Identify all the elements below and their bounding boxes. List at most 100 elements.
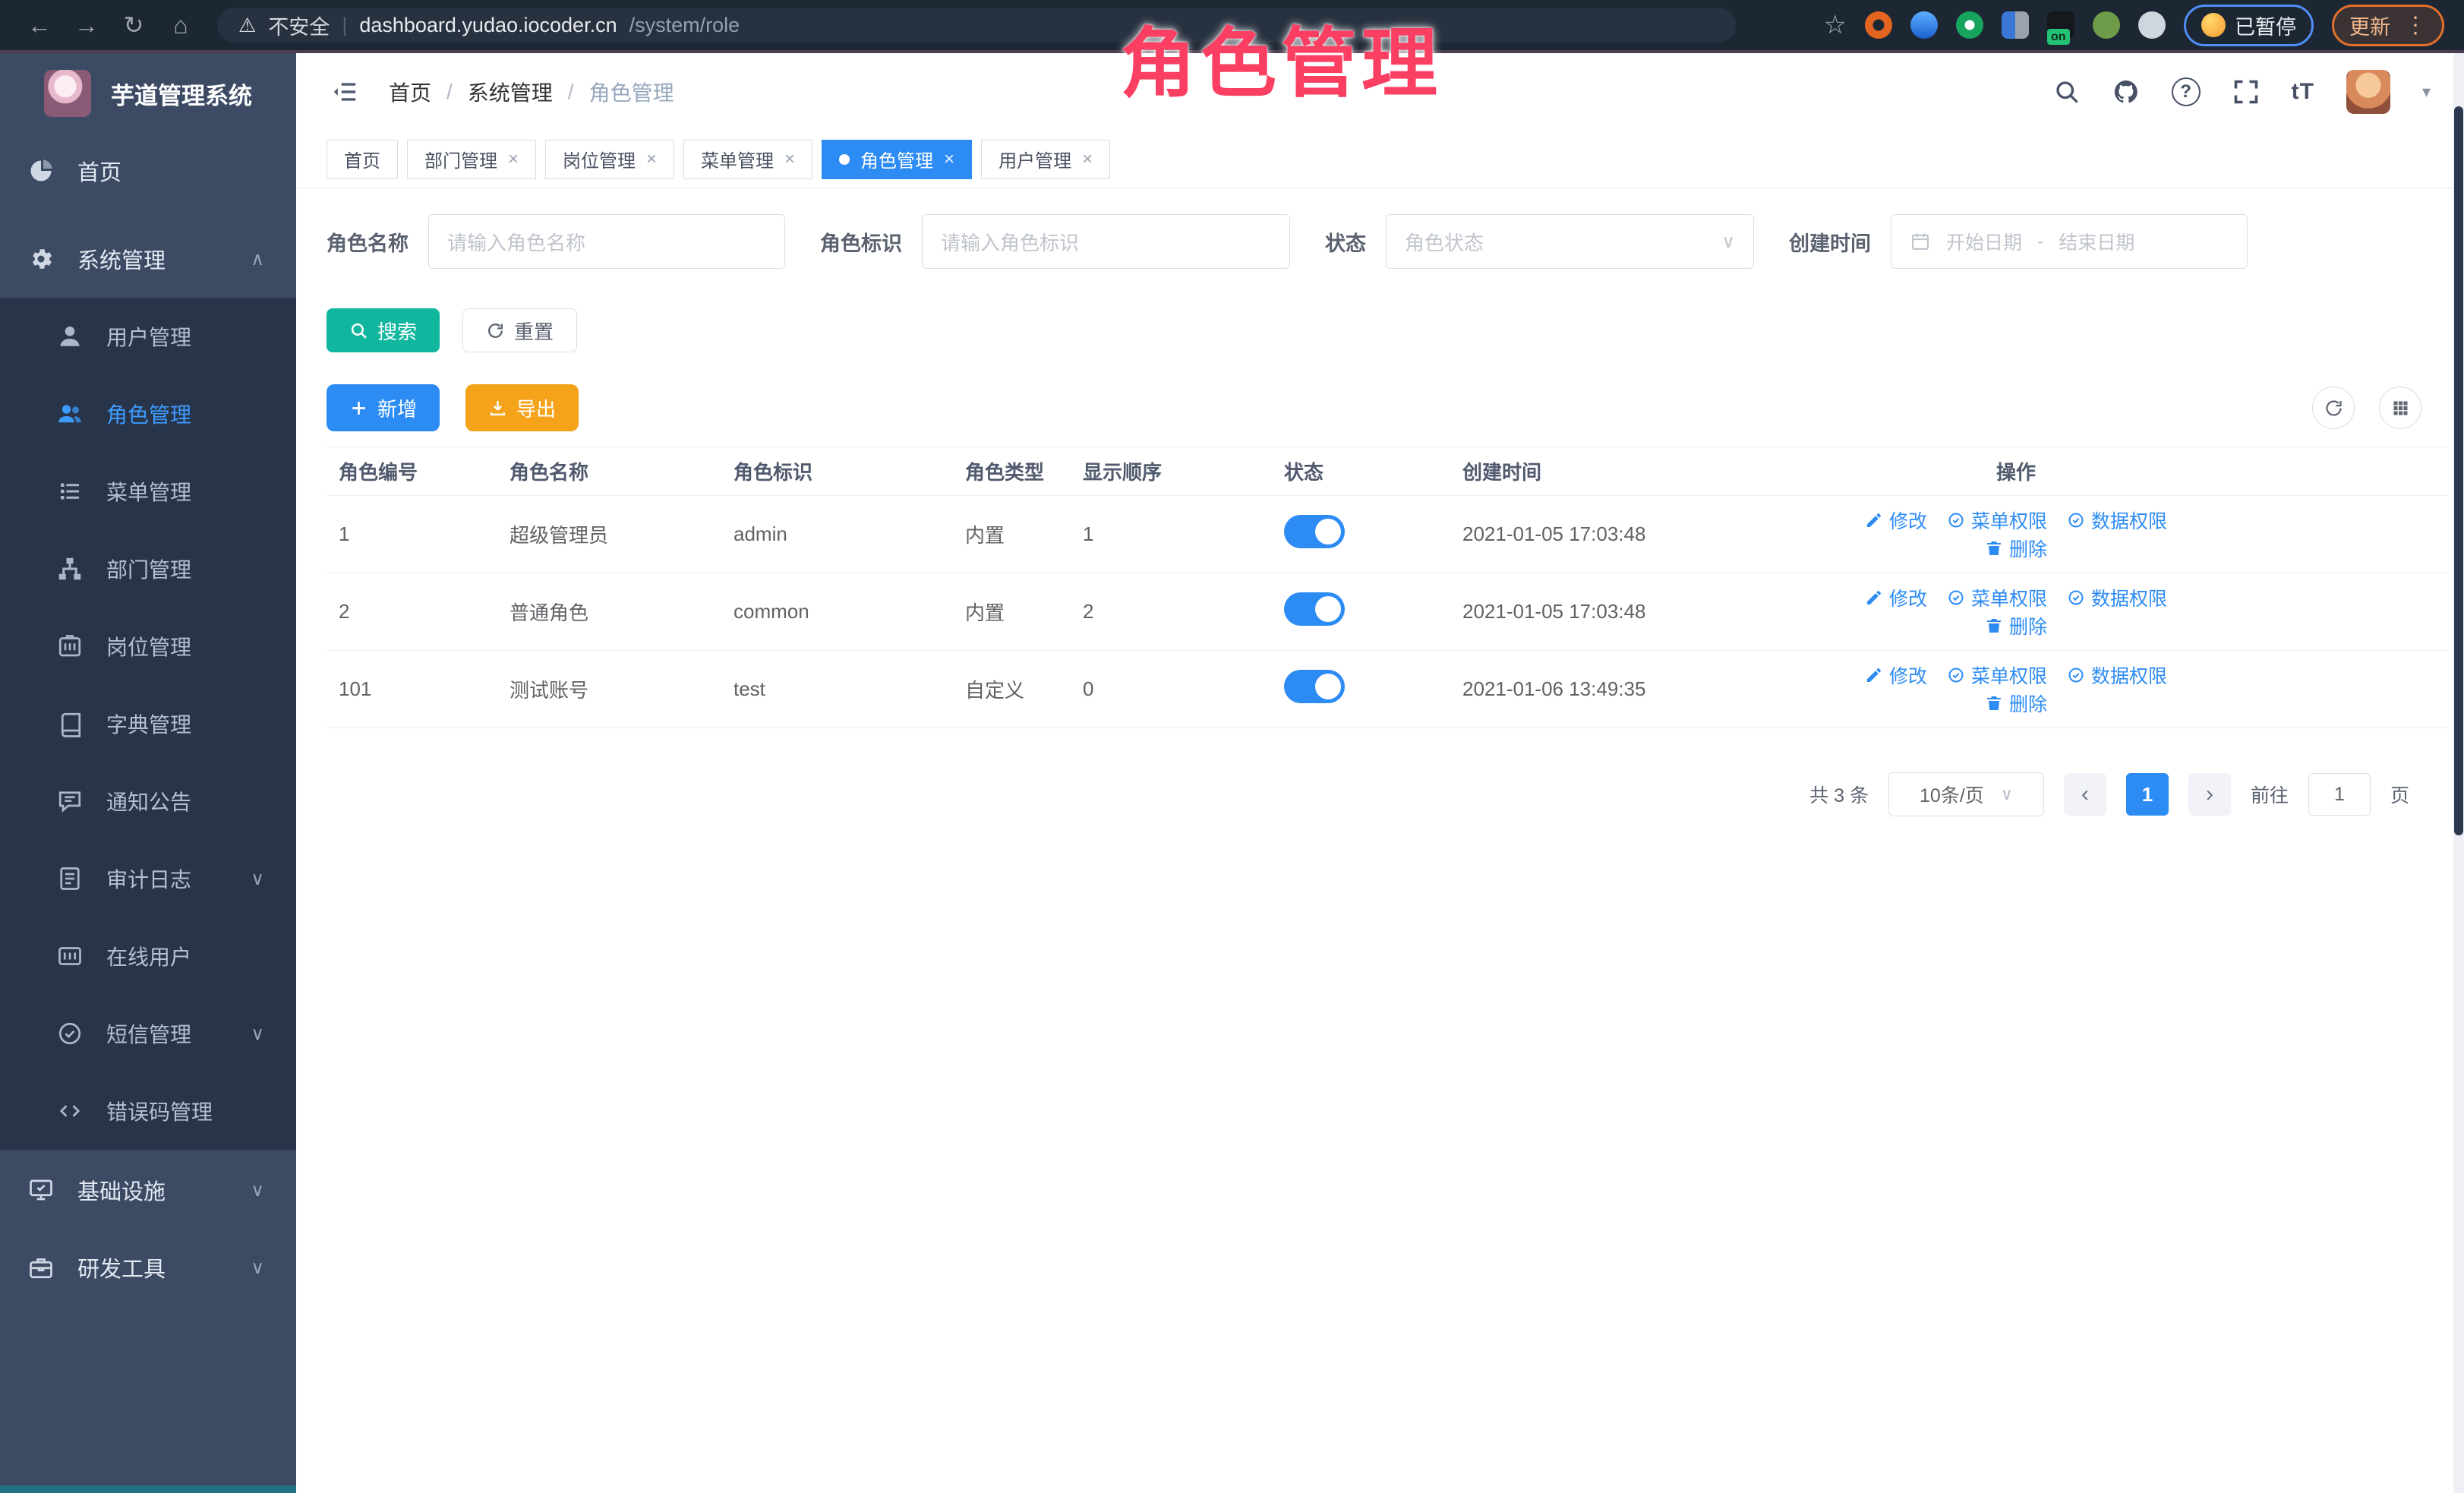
delete-link[interactable]: 删除	[1985, 612, 2047, 639]
sidebar-item-users[interactable]: 用户管理	[0, 298, 296, 375]
close-icon[interactable]: ×	[944, 149, 954, 170]
browser-home-icon[interactable]: ⌂	[161, 11, 200, 39]
sidebar-item-audit-log[interactable]: 审计日志 ∨	[0, 840, 296, 917]
extension-icon-translate[interactable]	[2002, 11, 2029, 39]
tab-menus[interactable]: 菜单管理 ×	[683, 140, 812, 179]
chevron-down-icon: ∨	[251, 1179, 264, 1201]
sidebar-item-label: 研发工具	[77, 1252, 166, 1283]
data-permission-link[interactable]: 数据权限	[2067, 507, 2167, 534]
goto-page-input[interactable]	[2308, 773, 2371, 816]
chevron-down-icon[interactable]: ▾	[2422, 82, 2431, 102]
profile-paused-chip[interactable]: 已暂停	[2184, 5, 2314, 46]
security-label[interactable]: 不安全	[268, 11, 330, 40]
prev-page-button[interactable]: ‹	[2064, 773, 2106, 816]
delete-link[interactable]: 删除	[1985, 535, 2047, 562]
edit-link[interactable]: 修改	[1865, 584, 1927, 611]
role-key-input[interactable]: 请输入角色标识	[922, 214, 1290, 269]
status-select[interactable]: 角色状态 ∨	[1386, 214, 1754, 269]
sidebar-item-system[interactable]: 系统管理 ∧	[0, 220, 296, 298]
tab-users[interactable]: 用户管理 ×	[981, 140, 1110, 179]
status-toggle-on[interactable]	[1284, 670, 1345, 703]
bookmark-star-icon[interactable]: ☆	[1824, 10, 1847, 40]
sidebar-item-posts[interactable]: 岗位管理	[0, 608, 296, 685]
app-logo[interactable]: 芋道管理系统	[0, 53, 296, 132]
page-size-select[interactable]: 10条/页 ∨	[1888, 772, 2044, 816]
col-created: 创建时间	[1450, 447, 1826, 496]
tab-home[interactable]: 首页	[327, 140, 398, 179]
browser-reload-icon[interactable]: ↻	[114, 11, 153, 39]
edit-link[interactable]: 修改	[1865, 661, 1927, 689]
sidebar-item-notice[interactable]: 通知公告	[0, 762, 296, 840]
sidebar-item-departments[interactable]: 部门管理	[0, 530, 296, 608]
end-date-placeholder[interactable]: 结束日期	[2059, 228, 2134, 255]
scrollbar-thumb[interactable]	[2454, 106, 2463, 835]
tab-departments[interactable]: 部门管理 ×	[407, 140, 536, 179]
main-content: 首页 / 系统管理 / 角色管理 ? tT ▾ 首页 部门管理	[296, 53, 2464, 1493]
sidebar-item-home[interactable]: 首页	[0, 132, 296, 210]
browser-menu-icon[interactable]: ⋮	[2404, 12, 2427, 39]
cell-role-key: admin	[721, 496, 953, 573]
github-icon[interactable]	[2112, 78, 2140, 106]
table-toolbar: 新增 导出	[296, 384, 2464, 431]
sidebar-item-roles[interactable]: 角色管理	[0, 375, 296, 453]
edit-link[interactable]: 修改	[1865, 507, 1927, 534]
date-range-picker[interactable]: 开始日期 - 结束日期	[1891, 214, 2248, 269]
breadcrumb-system[interactable]: 系统管理	[468, 77, 553, 107]
check-circle-icon	[2067, 589, 2085, 607]
menu-permission-link[interactable]: 菜单权限	[1947, 507, 2047, 534]
status-toggle-on[interactable]	[1284, 515, 1345, 548]
reset-button[interactable]: 重置	[462, 308, 577, 352]
add-button[interactable]: 新增	[327, 384, 440, 431]
table-header-row: 角色编号 角色名称 角色标识 角色类型 显示顺序 状态 创建时间 操作	[327, 447, 2449, 496]
profile-avatar-icon	[2201, 13, 2226, 37]
export-button[interactable]: 导出	[465, 384, 579, 431]
extension-icon-orange[interactable]	[1865, 11, 1892, 39]
sidebar-item-dict[interactable]: 字典管理	[0, 685, 296, 762]
extension-icon-monkey[interactable]	[2093, 11, 2120, 39]
start-date-placeholder[interactable]: 开始日期	[1946, 228, 2022, 255]
sidebar-item-error-codes[interactable]: 错误码管理	[0, 1072, 296, 1150]
close-icon[interactable]: ×	[784, 149, 795, 170]
delete-link[interactable]: 删除	[1985, 690, 2047, 717]
column-settings-button[interactable]	[2379, 387, 2421, 429]
next-page-button[interactable]: ›	[2188, 773, 2231, 816]
tab-posts[interactable]: 岗位管理 ×	[545, 140, 674, 179]
close-icon[interactable]: ×	[646, 149, 657, 170]
fullscreen-icon[interactable]	[2232, 78, 2260, 106]
data-permission-link[interactable]: 数据权限	[2067, 661, 2167, 689]
hamburger-fold-icon[interactable]	[330, 79, 360, 105]
extension-icon-blue-gem[interactable]	[1910, 11, 1938, 39]
extension-icon-green[interactable]	[1956, 11, 1983, 39]
help-icon[interactable]: ?	[2172, 77, 2201, 106]
check-circle-icon	[2067, 666, 2085, 684]
browser-update-chip[interactable]: 更新 ⋮	[2332, 5, 2444, 46]
breadcrumb-home[interactable]: 首页	[389, 77, 431, 107]
extension-icon-tampermonkey[interactable]: on	[2047, 11, 2074, 39]
menu-permission-link[interactable]: 菜单权限	[1947, 661, 2047, 689]
scrollbar-track[interactable]	[2453, 53, 2464, 1493]
tab-label: 部门管理	[424, 146, 497, 172]
search-icon[interactable]	[2053, 78, 2081, 106]
sidebar-item-sms[interactable]: 短信管理 ∨	[0, 995, 296, 1072]
address-bar[interactable]: ⚠ 不安全 | dashboard.yudao.iocoder.cn/syste…	[217, 8, 1736, 43]
user-avatar[interactable]	[2346, 70, 2390, 114]
refresh-table-button[interactable]	[2312, 387, 2355, 429]
sidebar-item-online-users[interactable]: 在线用户	[0, 917, 296, 995]
close-icon[interactable]: ×	[1082, 149, 1093, 170]
url-host[interactable]: dashboard.yudao.iocoder.cn	[359, 14, 617, 37]
sidebar-item-menus[interactable]: 菜单管理	[0, 453, 296, 530]
status-toggle-on[interactable]	[1284, 592, 1345, 626]
data-permission-link[interactable]: 数据权限	[2067, 584, 2167, 611]
sidebar-item-dev-tools[interactable]: 研发工具 ∨	[0, 1229, 296, 1306]
extensions-puzzle-icon[interactable]	[2138, 11, 2166, 39]
font-size-icon[interactable]: tT	[2292, 79, 2314, 105]
sidebar-item-infrastructure[interactable]: 基础设施 ∨	[0, 1151, 296, 1229]
close-icon[interactable]: ×	[508, 149, 519, 170]
page-1-button[interactable]: 1	[2126, 773, 2169, 816]
search-button[interactable]: 搜索	[327, 308, 440, 352]
role-name-input[interactable]: 请输入角色名称	[428, 214, 785, 269]
tab-roles-active[interactable]: 角色管理 ×	[822, 140, 972, 179]
browser-back-icon[interactable]: ←	[20, 11, 59, 39]
browser-forward-icon[interactable]: →	[67, 11, 106, 39]
menu-permission-link[interactable]: 菜单权限	[1947, 584, 2047, 611]
